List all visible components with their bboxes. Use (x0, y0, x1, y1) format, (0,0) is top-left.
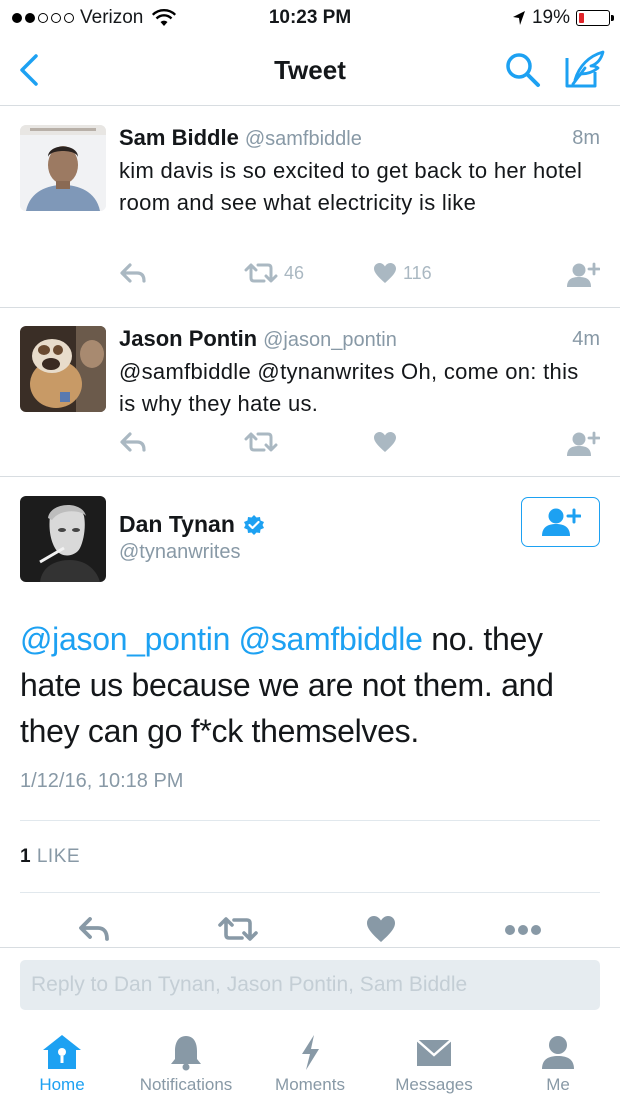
retweet-icon[interactable] (218, 916, 258, 942)
tweet-actions: 46 116 (119, 262, 600, 292)
search-icon[interactable] (503, 50, 543, 90)
like-button[interactable] (373, 431, 403, 453)
tab-label: Me (546, 1075, 570, 1094)
tab-me[interactable]: Me (496, 1033, 620, 1095)
follow-button[interactable] (566, 431, 600, 457)
reply-input[interactable] (20, 960, 600, 1010)
like-count-summary[interactable]: 1 LIKE (20, 846, 80, 868)
author-name: Dan Tynan (119, 511, 235, 537)
reply-icon (120, 432, 146, 452)
avatar[interactable] (20, 326, 106, 412)
battery-percent: 19% (531, 7, 570, 28)
main-tweet-actions (0, 912, 620, 948)
author-handle[interactable]: @jason_pontin (263, 329, 397, 351)
tweet-time: 4m (572, 328, 600, 350)
tab-label: Notifications (139, 1075, 233, 1094)
author-handle[interactable]: @tynanwrites (119, 541, 240, 564)
envelope-icon (416, 1039, 452, 1066)
status-bar: Verizon 10:23 PM 19% (0, 0, 620, 38)
home-icon (43, 1035, 81, 1069)
author-name[interactable]: Jason Pontin (119, 326, 257, 351)
tweet-header: Sam Biddle @samfbiddle 8m (119, 125, 600, 155)
tweet-text: @samfbiddle @tynanwrites Oh, come on: th… (119, 359, 579, 416)
tweet-text: kim davis is so excited to get back to h… (119, 158, 583, 215)
tab-label: Home (39, 1075, 85, 1094)
mention-link[interactable]: @jason_pontin (20, 621, 230, 657)
battery-icon (576, 10, 614, 26)
tweet-item[interactable]: Sam Biddle @samfbiddle 8m kim davis is so… (0, 107, 620, 308)
reply-bar (0, 947, 620, 1023)
add-user-icon (541, 508, 581, 536)
tab-label: Moments (275, 1075, 345, 1094)
follow-button[interactable] (566, 262, 600, 288)
avatar[interactable] (20, 125, 106, 211)
more-options-icon[interactable] (504, 924, 542, 936)
like-count: 116 (403, 262, 432, 283)
like-label: LIKE (36, 846, 81, 867)
compose-tweet-icon[interactable] (563, 48, 607, 90)
tab-label: Messages (395, 1075, 473, 1094)
add-user-icon (567, 431, 600, 456)
lightning-icon (302, 1035, 319, 1070)
heart-icon[interactable] (366, 915, 396, 943)
reply-button[interactable] (119, 431, 147, 453)
retweet-icon (244, 432, 278, 452)
verified-badge-icon (243, 514, 264, 535)
avatar[interactable] (20, 496, 106, 582)
tab-moments[interactable]: Moments (248, 1033, 372, 1095)
tweet-time: 8m (572, 127, 600, 149)
author-name[interactable]: Sam Biddle (119, 125, 239, 150)
tab-messages[interactable]: Messages (372, 1033, 496, 1095)
location-arrow-icon (512, 11, 525, 25)
retweet-count: 46 (284, 262, 305, 283)
avatar-photo (20, 125, 106, 211)
tab-bar: Home Notifications Moments Messages Me (0, 1023, 620, 1103)
tab-home[interactable]: Home (0, 1033, 124, 1095)
nav-bar: Tweet (0, 38, 620, 106)
author-handle[interactable]: @samfbiddle (245, 128, 362, 150)
retweet-button[interactable] (244, 431, 284, 453)
reply-button[interactable] (119, 262, 147, 284)
retweet-button[interactable]: 46 (244, 262, 304, 284)
reply-icon[interactable] (77, 915, 111, 943)
divider (20, 892, 600, 893)
tweet-header: Jason Pontin @jason_pontin 4m (119, 326, 600, 356)
mention-link[interactable]: @samfbiddle (239, 621, 423, 657)
reply-icon (120, 263, 146, 283)
avatar-photo (20, 496, 106, 582)
battery-level (579, 13, 584, 23)
tweet-item[interactable]: Jason Pontin @jason_pontin 4m @samfbiddle… (0, 308, 620, 477)
like-button[interactable]: 116 (373, 262, 432, 284)
like-count: 1 (20, 846, 32, 867)
tab-notifications[interactable]: Notifications (124, 1033, 248, 1095)
add-user-icon (567, 262, 600, 287)
avatar-photo (20, 326, 106, 412)
tweet-date: 1/12/16, 10:18 PM (20, 770, 184, 792)
divider (20, 820, 600, 821)
bell-icon (171, 1036, 201, 1071)
main-tweet-text: @jason_pontin @samfbiddle no. they hate … (20, 616, 600, 754)
person-icon (542, 1036, 574, 1069)
main-author-name[interactable]: Dan Tynan (119, 511, 265, 538)
heart-icon (374, 263, 396, 283)
heart-icon (374, 432, 396, 452)
status-right: 19% (512, 7, 614, 29)
retweet-icon (244, 263, 278, 283)
follow-button[interactable] (521, 497, 600, 547)
tweet-actions (119, 431, 600, 461)
